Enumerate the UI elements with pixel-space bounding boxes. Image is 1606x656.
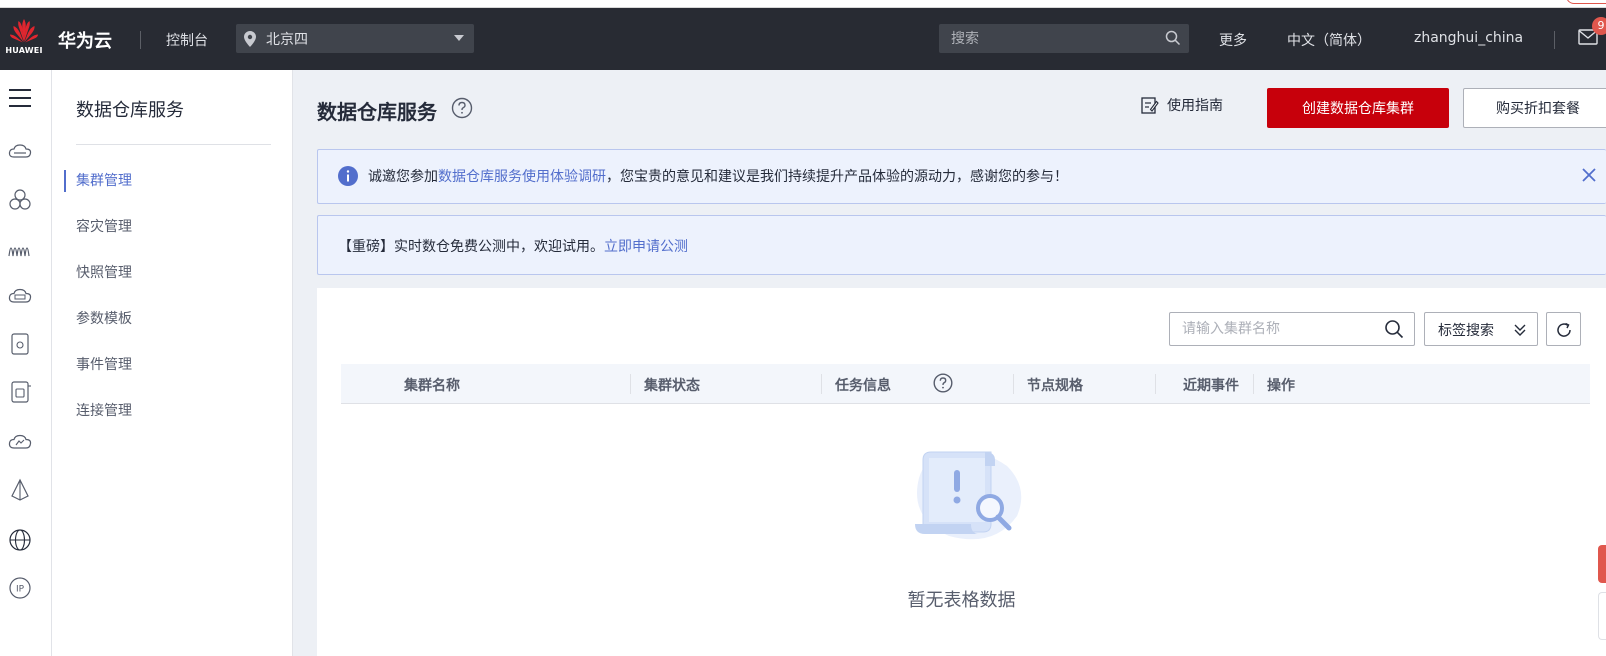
survey-link[interactable]: 数据仓库服务使用体验调研 bbox=[438, 169, 606, 185]
location-pin-icon bbox=[244, 31, 256, 47]
side-panel-tab[interactable] bbox=[1598, 592, 1606, 640]
global-search-input[interactable] bbox=[939, 24, 1159, 53]
mail-count-badge: 9 bbox=[1592, 17, 1606, 35]
column-separator bbox=[1253, 374, 1254, 394]
ip-icon[interactable]: IP bbox=[8, 576, 32, 600]
sidebar-item-parameter-templates[interactable]: 参数模板 bbox=[76, 308, 132, 328]
table-header: 集群名称 集群状态 任务信息 节点规格 近期事件 操作 bbox=[341, 364, 1590, 404]
menu-icon[interactable] bbox=[8, 86, 32, 110]
column-header-cluster-name[interactable]: 集群名称 bbox=[404, 375, 460, 395]
column-header-operations[interactable]: 操作 bbox=[1267, 375, 1295, 395]
column-header-node-spec[interactable]: 节点规格 bbox=[1027, 375, 1083, 395]
search-icon[interactable] bbox=[1384, 319, 1404, 339]
cloud-monitor-icon[interactable] bbox=[8, 430, 32, 454]
column-separator bbox=[1013, 374, 1014, 394]
global-search[interactable] bbox=[939, 24, 1189, 53]
double-chevron-down-icon bbox=[1514, 324, 1526, 336]
top-navigation-bar: HUAWEI 华为云 控制台 北京四 更多 中文（简体） zhanghui_ch… bbox=[0, 8, 1606, 70]
close-icon[interactable] bbox=[1580, 166, 1598, 184]
sidebar-item-snapshot-management[interactable]: 快照管理 bbox=[76, 262, 132, 282]
column-header-cluster-status[interactable]: 集群状态 bbox=[644, 375, 700, 395]
chevron-down-icon bbox=[454, 35, 464, 41]
region-label: 北京四 bbox=[266, 32, 308, 48]
language-selector[interactable]: 中文（简体） bbox=[1287, 30, 1371, 50]
empty-data-illustration-icon bbox=[915, 451, 1022, 540]
refresh-icon bbox=[1557, 322, 1571, 337]
region-selector[interactable]: 北京四 bbox=[236, 24, 474, 53]
topbar-divider-right bbox=[1554, 31, 1555, 49]
buy-package-button[interactable]: 购买折扣套餐 bbox=[1463, 88, 1606, 128]
column-separator bbox=[821, 374, 822, 394]
help-icon[interactable] bbox=[933, 373, 953, 393]
create-cluster-button[interactable]: 创建数据仓库集群 bbox=[1267, 88, 1449, 128]
console-link[interactable]: 控制台 bbox=[166, 30, 208, 50]
waveform-icon[interactable] bbox=[8, 236, 32, 260]
sidebar-title: 数据仓库服务 bbox=[76, 100, 184, 121]
strip-pill bbox=[1566, 0, 1606, 4]
beta-notice-text: 【重磅】实时数仓免费公测中，欢迎试用。立即申请公测 bbox=[338, 236, 688, 256]
column-header-task-info[interactable]: 任务信息 bbox=[835, 375, 891, 395]
beta-notice: 【重磅】实时数仓免费公测中，欢迎试用。立即申请公测 bbox=[317, 215, 1606, 275]
main-content: 数据仓库服务 使用指南 创建数据仓库集群 购买折扣套餐 诚邀您参加数据仓库服务使… bbox=[293, 70, 1606, 656]
database-sync-icon[interactable] bbox=[8, 380, 32, 404]
cluster-icon[interactable] bbox=[8, 188, 32, 212]
user-guide-label: 使用指南 bbox=[1167, 98, 1223, 114]
page-title: 数据仓库服务 bbox=[317, 100, 437, 124]
network-icon[interactable] bbox=[8, 478, 32, 502]
tag-search-label: 标签搜索 bbox=[1438, 323, 1494, 339]
guide-icon bbox=[1141, 97, 1159, 114]
info-icon bbox=[338, 166, 358, 186]
empty-table-message: 暂无表格数据 bbox=[907, 590, 1016, 611]
sidebar-item-cluster-management[interactable]: 集群管理 bbox=[76, 170, 132, 190]
database-icon[interactable] bbox=[8, 332, 32, 356]
logo-text: HUAWEI bbox=[5, 46, 43, 55]
cloud-storage-icon[interactable] bbox=[8, 284, 32, 308]
cloud-server-icon[interactable] bbox=[8, 140, 32, 164]
cluster-search[interactable] bbox=[1169, 312, 1415, 346]
refresh-button[interactable] bbox=[1546, 312, 1581, 346]
survey-notice-suffix: ，您宝贵的意见和建议是我们持续提升产品体验的源动力，感谢您的参与！ bbox=[606, 169, 1068, 185]
sidebar-item-connection-management[interactable]: 连接管理 bbox=[76, 400, 132, 420]
service-icon-rail: IP bbox=[0, 70, 52, 656]
column-separator bbox=[1155, 374, 1156, 394]
huawei-logo[interactable]: HUAWEI bbox=[4, 18, 44, 62]
svg-text:IP: IP bbox=[16, 585, 25, 595]
topbar-divider bbox=[140, 31, 141, 49]
brand-name[interactable]: 华为云 bbox=[58, 27, 112, 53]
survey-notice-prefix: 诚邀您参加 bbox=[368, 169, 438, 185]
browser-top-strip bbox=[0, 0, 1606, 8]
sidebar-item-event-management[interactable]: 事件管理 bbox=[76, 354, 132, 374]
tag-search-button[interactable]: 标签搜索 bbox=[1424, 312, 1538, 346]
apply-beta-link[interactable]: 立即申请公测 bbox=[604, 239, 688, 255]
sidebar-divider bbox=[76, 144, 271, 145]
column-header-recent-events[interactable]: 近期事件 bbox=[1183, 375, 1239, 395]
user-menu[interactable]: zhanghui_china bbox=[1414, 30, 1523, 46]
more-link[interactable]: 更多 bbox=[1219, 30, 1247, 50]
beta-notice-prefix: 【重磅】实时数仓免费公测中，欢迎试用。 bbox=[338, 239, 604, 255]
column-separator bbox=[630, 374, 631, 394]
survey-notice: 诚邀您参加数据仓库服务使用体验调研，您宝贵的意见和建议是我们持续提升产品体验的源… bbox=[317, 149, 1606, 204]
service-sidebar: 数据仓库服务 集群管理 容灾管理 快照管理 参数模板 事件管理 连接管理 bbox=[52, 70, 293, 656]
cluster-table-card: 标签搜索 集群名称 集群状态 任务信息 节点规格 bbox=[317, 288, 1606, 656]
huawei-logo-icon bbox=[10, 19, 38, 43]
feedback-tab[interactable] bbox=[1598, 545, 1606, 583]
search-icon[interactable] bbox=[1165, 30, 1181, 46]
active-indicator bbox=[64, 170, 66, 192]
survey-notice-text: 诚邀您参加数据仓库服务使用体验调研，您宝贵的意见和建议是我们持续提升产品体验的源… bbox=[368, 166, 1068, 186]
sidebar-item-disaster-recovery[interactable]: 容灾管理 bbox=[76, 216, 132, 236]
globe-icon[interactable] bbox=[8, 528, 32, 552]
cluster-search-input[interactable] bbox=[1170, 313, 1380, 345]
help-icon[interactable] bbox=[451, 97, 473, 119]
